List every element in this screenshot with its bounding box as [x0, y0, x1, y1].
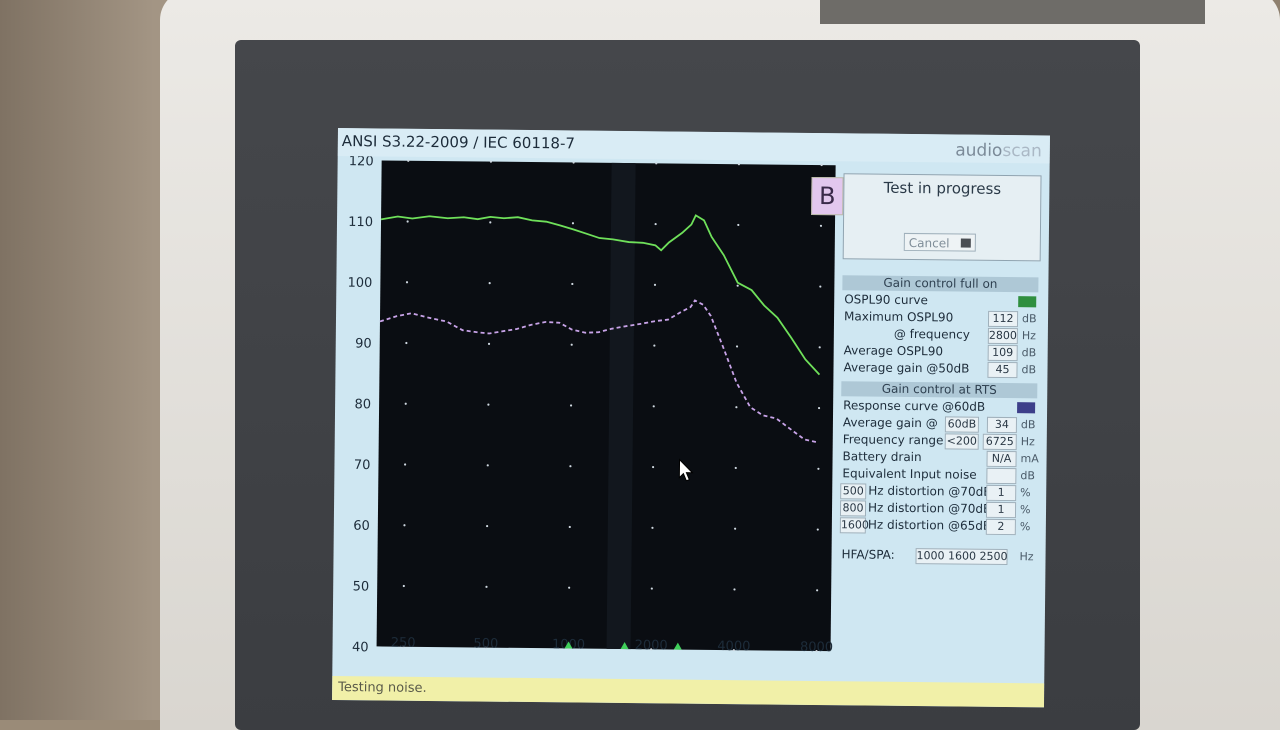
frequency-range-row: Frequency range <200 6725 Hz — [841, 431, 1037, 451]
y-tick-label: 110 — [348, 215, 373, 230]
x-tick-label: 250 — [391, 636, 416, 651]
distortion-row-500: 500 Hz distortion @70dB 1 % — [840, 482, 1036, 502]
ein-label: Equivalent Input noise — [842, 466, 977, 482]
hfa-spa-label: HFA/SPA: — [841, 547, 895, 562]
hfa-spa-unit: Hz — [1019, 550, 1034, 564]
y-tick-label: 80 — [354, 397, 371, 412]
brand-logo: audioscan — [955, 140, 1042, 161]
max-ospl90-unit: dB — [1021, 312, 1037, 326]
screen: ANSI S3.22-2009 / IEC 60118-7 audioscan … — [332, 128, 1050, 708]
response-curve-label: Response curve @60dB — [843, 398, 986, 414]
test-standard-title: ANSI S3.22-2009 / IEC 60118-7 — [341, 132, 576, 153]
gain-full-on-header: Gain control full on — [842, 275, 1039, 293]
distortion-value-800: 1 — [985, 501, 1017, 519]
y-tick-label: 70 — [354, 458, 371, 473]
battery-drain-label: Battery drain — [842, 449, 922, 465]
frequency-range-high: 6725 — [982, 433, 1017, 451]
gain-rts-header: Gain control at RTS — [841, 381, 1038, 399]
y-tick-label: 50 — [353, 579, 370, 594]
battery-drain-unit: mA — [1020, 452, 1039, 466]
distortion-row-800: 800 Hz distortion @70dB 1 % — [839, 499, 1036, 519]
plot-area — [376, 160, 836, 652]
brand-logo-part: scan — [1002, 140, 1042, 162]
cancel-button[interactable]: Cancel — [903, 232, 976, 252]
avg-gain-rts-value: 34 — [986, 416, 1018, 434]
peak-frequency-unit: Hz — [1021, 329, 1036, 343]
y-tick-label: 60 — [353, 519, 370, 534]
peak-frequency-label: @ frequency — [893, 326, 970, 342]
screen-reflection — [606, 162, 636, 650]
distortion-value-500: 1 — [986, 484, 1017, 502]
avg-gain-50-row: Average gain @50dB 45 dB — [841, 359, 1037, 379]
ein-unit: dB — [1020, 469, 1035, 483]
y-tick-label: 100 — [347, 276, 372, 291]
distortion-unit: % — [1020, 486, 1031, 500]
stop-icon — [960, 238, 971, 248]
distortion-unit: % — [1019, 520, 1031, 534]
frequency-range-unit: Hz — [1020, 435, 1035, 449]
x-tick-label: 8000 — [800, 640, 833, 655]
avg-gain-level-value: 60dB — [944, 416, 980, 433]
distortion-freq-1600: 1600 — [839, 517, 869, 534]
peak-frequency-value: 2800 — [987, 327, 1018, 345]
ein-value — [986, 467, 1017, 485]
avg-gain-rts-row: Average gain @ 60dB 34 dB — [841, 414, 1037, 434]
frequency-range-label: Frequency range — [842, 432, 944, 448]
x-tick-label: 500 — [473, 636, 498, 651]
response-curve-swatch — [1017, 402, 1036, 414]
max-ospl90-label: Maximum OSPL90 — [843, 309, 954, 325]
test-progress-box: Test in progress Cancel — [842, 173, 1042, 262]
avg-ospl90-label: Average OSPL90 — [843, 343, 944, 359]
avg-ospl90-unit: dB — [1021, 346, 1037, 360]
battery-drain-row: Battery drain N/A mA — [840, 448, 1039, 468]
x-tick-label: 4000 — [717, 639, 750, 654]
avg-gain-50-unit: dB — [1021, 363, 1037, 377]
y-tick-label: 40 — [352, 640, 369, 655]
brand-logo-part: audio — [955, 140, 1003, 161]
cancel-label: Cancel — [908, 235, 950, 251]
avg-ospl90-value: 109 — [987, 344, 1018, 362]
test-marker-b: B — [811, 176, 844, 216]
ein-row: Equivalent Input noise dB — [840, 465, 1036, 485]
frequency-range-low: <200 — [944, 433, 979, 450]
hfa-spa-value: 1000 1600 2500 — [915, 548, 1008, 566]
distortion-freq-800: 800 — [839, 500, 867, 517]
max-ospl90-value: 112 — [987, 310, 1019, 328]
max-ospl90-row: Maximum OSPL90 112 dB — [842, 308, 1038, 328]
battery-drain-value: N/A — [986, 450, 1017, 468]
y-tick-label: 90 — [355, 336, 372, 351]
avg-gain-50-value: 45 — [987, 361, 1018, 379]
distortion-label: Hz distortion @65dB — [867, 517, 992, 533]
avg-gain-50-label: Average gain @50dB — [843, 360, 970, 376]
y-tick-label: 120 — [349, 156, 374, 169]
distortion-unit: % — [1019, 503, 1031, 517]
avg-gain-rts-label: Average gain @ — [842, 415, 938, 431]
avg-gain-rts-unit: dB — [1020, 418, 1036, 432]
speaker-grille — [820, 0, 1205, 24]
distortion-value-1600: 2 — [985, 518, 1016, 536]
response-curve-row: Response curve @60dB — [841, 397, 1037, 416]
distortion-row-1600: 1600 Hz distortion @65dB 2 % — [839, 516, 1036, 536]
ospl90-curve-label: OSPL90 curve — [844, 292, 929, 308]
ospl90-curve-swatch — [1018, 296, 1037, 308]
response-chart: 4050607080901001101202505001000200040008… — [347, 156, 836, 655]
distortion-label: Hz distortion @70dB — [867, 500, 992, 516]
x-tick-label: 2000 — [635, 638, 668, 653]
ospl90-curve-row: OSPL90 curve — [842, 291, 1038, 310]
hfa-spa-row: HFA/SPA: 1000 1600 2500 Hz — [839, 546, 1035, 566]
avg-ospl90-row: Average OSPL90 109 dB — [842, 342, 1038, 362]
results-panel: B Test in progress Cancel Gain control f… — [811, 173, 1044, 655]
distortion-label: Hz distortion @70dB — [868, 483, 992, 499]
distortion-freq-500: 500 — [840, 483, 867, 500]
peak-frequency-row: @ frequency 2800 Hz — [842, 325, 1038, 345]
status-message: Testing noise. — [338, 680, 427, 696]
progress-title: Test in progress — [883, 178, 1002, 198]
